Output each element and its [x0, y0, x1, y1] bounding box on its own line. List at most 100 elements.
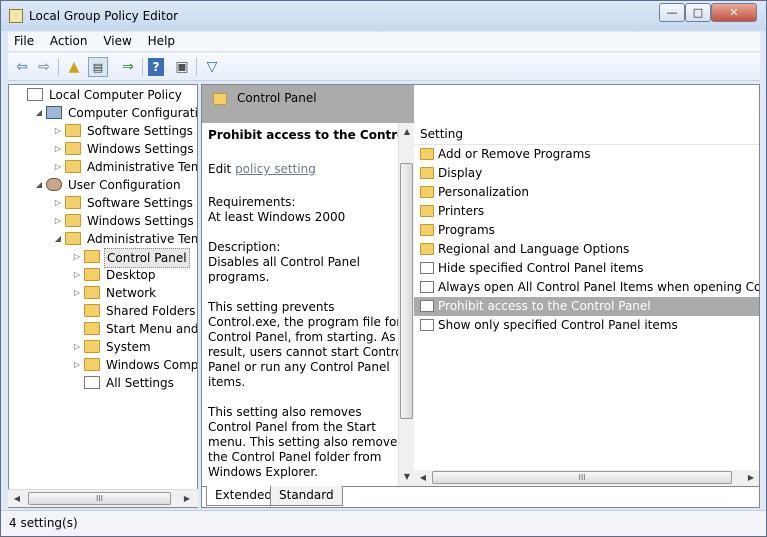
- menu-action[interactable]: Action: [44, 32, 94, 48]
- tree-item[interactable]: Start Menu and Tasl: [70, 320, 197, 338]
- list-item[interactable]: Display: [414, 164, 759, 183]
- tree-item[interactable]: All Settings: [70, 374, 176, 392]
- maximize-button[interactable]: □: [685, 3, 711, 22]
- tree-item-label: All Settings: [106, 376, 174, 390]
- list-item[interactable]: Regional and Language Options: [414, 240, 759, 259]
- tree-item-label: Administrative Templat: [87, 160, 197, 174]
- list-item-label: Show only specified Control Panel items: [438, 318, 678, 332]
- folder-icon: [65, 214, 81, 227]
- tree-item-label: Software Settings: [87, 124, 193, 138]
- expand-arrow-icon[interactable]: ▷: [51, 212, 65, 230]
- list-item-label: Printers: [438, 204, 485, 218]
- settings-list: Add or Remove Programs Display Personaliza…: [414, 145, 759, 470]
- tree-item-label: Windows Compone: [106, 358, 198, 372]
- tree-item-label: Computer Configuration: [68, 106, 198, 120]
- tree-item[interactable]: ▷ System: [70, 338, 153, 356]
- tree-item[interactable]: ▷ Software Settings: [51, 122, 195, 140]
- menu-file[interactable]: File: [8, 32, 40, 48]
- expand-arrow-icon[interactable]: ▷: [51, 122, 65, 140]
- expand-arrow-icon[interactable]: ▷: [51, 158, 65, 176]
- details-pane: Control Panel Prohibit access to the Con…: [201, 84, 760, 508]
- expand-arrow-icon[interactable]: ▷: [70, 356, 84, 374]
- description-vertical-scrollbar[interactable]: ▲ ▼: [398, 123, 414, 486]
- category-title: Control Panel: [237, 91, 317, 105]
- computer-icon: [46, 106, 62, 119]
- tree-item[interactable]: ◢ Computer Configuration: [32, 104, 198, 122]
- tree-item[interactable]: ▷ Software Settings: [51, 194, 195, 212]
- folder-icon: [84, 304, 100, 317]
- tree-item[interactable]: ▷ Windows Settings: [51, 212, 196, 230]
- filter-icon[interactable]: ▽: [202, 57, 222, 77]
- tree-item[interactable]: Local Computer Policy: [13, 86, 184, 104]
- close-button[interactable]: ✕: [711, 3, 757, 22]
- scroll-left-icon[interactable]: ◀: [416, 471, 430, 485]
- expand-arrow-icon[interactable]: ▷: [51, 140, 65, 158]
- scroll-right-icon[interactable]: ▶: [180, 492, 194, 506]
- expand-arrow-icon[interactable]: ▷: [70, 266, 84, 284]
- list-item[interactable]: Printers: [414, 202, 759, 221]
- list-item[interactable]: Personalization: [414, 183, 759, 202]
- tree-item[interactable]: ◢ Administrative Templat: [51, 230, 197, 248]
- tree-item-label: Shared Folders: [106, 304, 196, 318]
- expand-arrow-icon[interactable]: ▷: [70, 338, 84, 356]
- export-list-icon[interactable]: ⇒: [118, 57, 138, 77]
- scroll-down-icon[interactable]: ▼: [400, 470, 414, 484]
- scroll-thumb[interactable]: III: [28, 492, 171, 505]
- column-setting[interactable]: Setting: [420, 127, 463, 141]
- scroll-right-icon[interactable]: ▶: [744, 471, 758, 485]
- list-horizontal-scrollbar[interactable]: ◀ III ▶: [414, 470, 759, 486]
- minimize-button[interactable]: —: [659, 3, 685, 22]
- tree-item-label: Windows Settings: [87, 142, 194, 156]
- tree-item[interactable]: ▷ Windows Compone: [70, 356, 198, 374]
- scroll-left-icon[interactable]: ◀: [10, 492, 24, 506]
- scroll-up-icon[interactable]: ▲: [400, 125, 414, 139]
- tree-item[interactable]: ▷ Administrative Templat: [51, 158, 197, 176]
- folder-icon: [65, 232, 81, 245]
- list-item[interactable]: Always open All Control Panel Items when…: [414, 278, 759, 297]
- expand-arrow-icon[interactable]: ◢: [32, 176, 46, 194]
- expand-arrow-icon[interactable]: ◢: [32, 104, 46, 122]
- list-item[interactable]: Hide specified Control Panel items: [414, 259, 759, 278]
- tree-item-label: System: [106, 340, 151, 354]
- help-icon[interactable]: ?: [148, 58, 164, 76]
- up-folder-icon[interactable]: ▲: [64, 57, 84, 77]
- forward-arrow-icon[interactable]: ⇨: [34, 57, 54, 77]
- tree-item[interactable]: ▷ Desktop: [70, 266, 158, 284]
- list-item[interactable]: Prohibit access to the Control Panel: [414, 297, 759, 316]
- tree-item[interactable]: ▷ Windows Settings: [51, 140, 196, 158]
- list-item-label: Prohibit access to the Control Panel: [438, 299, 651, 313]
- expand-arrow-icon[interactable]: ◢: [51, 230, 65, 248]
- list-column-header[interactable]: Setting: [414, 123, 759, 145]
- show-hide-console-tree-icon[interactable]: ▤: [88, 57, 108, 77]
- expand-arrow-icon[interactable]: ▷: [70, 284, 84, 302]
- edit-prefix: Edit: [208, 162, 236, 176]
- menu-help[interactable]: Help: [142, 32, 181, 48]
- list-item-label: Personalization: [438, 185, 529, 199]
- back-arrow-icon[interactable]: ⇦: [12, 57, 32, 77]
- tree-horizontal-scrollbar[interactable]: ◀ III ▶: [8, 489, 198, 507]
- menu-view[interactable]: View: [97, 32, 137, 48]
- edit-policy-setting-link[interactable]: policy setting: [235, 162, 316, 176]
- list-item[interactable]: Show only specified Control Panel items: [414, 316, 759, 335]
- tab-standard[interactable]: Standard: [270, 486, 343, 506]
- title-bar[interactable]: Local Group Policy Editor — □ ✕: [1, 1, 766, 31]
- tree-item[interactable]: ▷ Control Panel: [70, 248, 190, 268]
- folder-icon: [420, 167, 434, 179]
- expand-arrow-icon[interactable]: ▷: [70, 248, 84, 266]
- scroll-thumb[interactable]: [400, 163, 413, 419]
- expand-arrow-icon[interactable]: ▷: [51, 194, 65, 212]
- folder-icon: [84, 358, 100, 371]
- tree-item[interactable]: ▷ Network: [70, 284, 158, 302]
- description-paragraph: This setting prevents Control.exe, the p…: [208, 300, 407, 389]
- scroll-thumb[interactable]: III: [432, 471, 732, 484]
- list-item[interactable]: Programs: [414, 221, 759, 240]
- tree-item[interactable]: ◢ User Configuration: [32, 176, 183, 194]
- folder-icon: [420, 148, 434, 160]
- tree-item-label: Control Panel: [104, 248, 190, 268]
- edit-line: Edit policy setting: [208, 162, 408, 177]
- setting-icon: [420, 281, 434, 293]
- tree-item[interactable]: Shared Folders: [70, 302, 197, 320]
- properties-icon[interactable]: ▣: [172, 57, 192, 77]
- list-item[interactable]: Add or Remove Programs: [414, 145, 759, 164]
- description-paragraph: Requirements: At least Windows 2000: [208, 195, 346, 224]
